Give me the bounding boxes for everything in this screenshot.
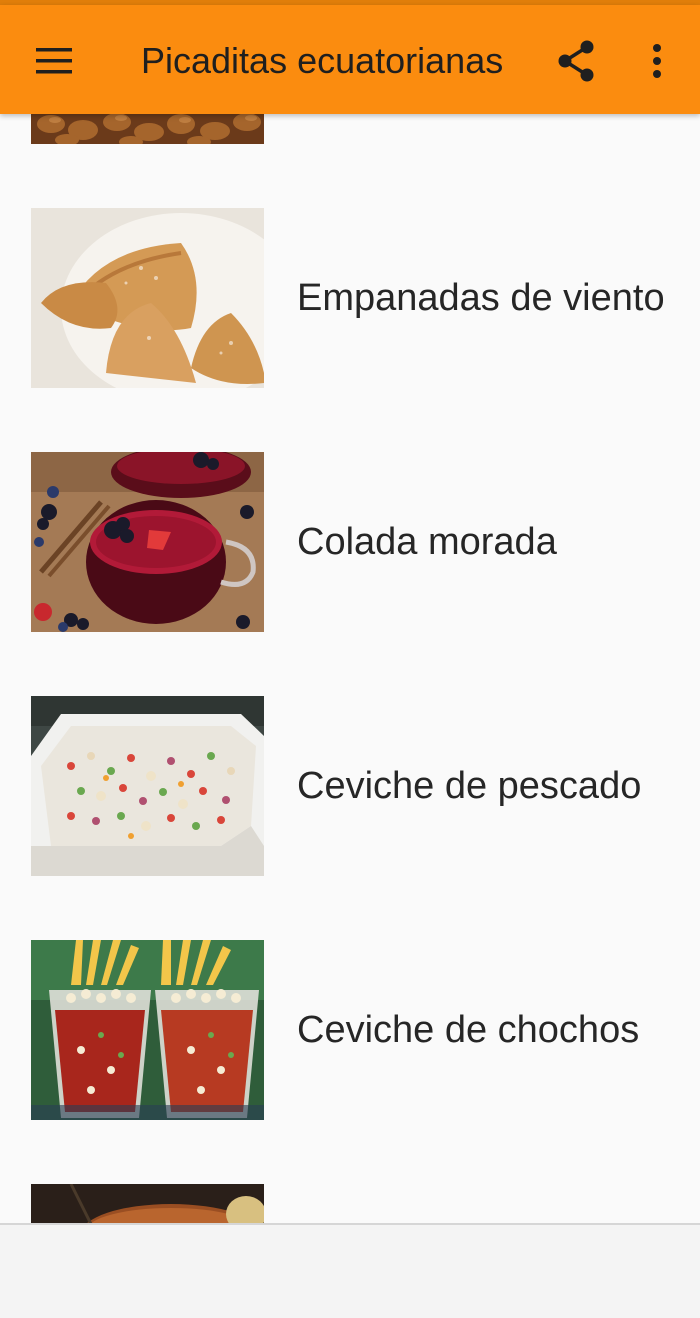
recipe-thumbnail (31, 114, 264, 144)
recipe-label: Empanadas de viento (297, 277, 665, 319)
recipe-thumbnail (31, 452, 264, 632)
recipe-label: Ceviche de chochos (297, 1009, 640, 1051)
recipe-label: Ceviche de pescado (297, 765, 642, 807)
empanadas-photo (31, 208, 264, 388)
recipe-item[interactable]: Ceviche de pescado (0, 696, 700, 876)
recipe-thumbnail (31, 696, 264, 876)
hamburger-menu-icon (36, 48, 72, 74)
recipe-item[interactable]: Colada morada (0, 452, 700, 632)
recipe-list: Empanadas de viento Colada morada Cevich… (0, 114, 700, 1224)
menu-button[interactable] (22, 29, 86, 93)
recipe-label (297, 1184, 677, 1224)
share-icon (558, 40, 594, 82)
recipe-label: Colada morada (297, 521, 557, 563)
page-title: Picaditas ecuatorianas (141, 40, 504, 81)
recipe-thumbnail (31, 940, 264, 1120)
colada-morada-photo (31, 452, 264, 632)
more-options-button[interactable] (630, 29, 684, 93)
recipe-item[interactable] (0, 1184, 700, 1224)
bread-photo (31, 1184, 264, 1224)
recipe-item[interactable]: Ceviche de chochos (0, 940, 700, 1120)
ceviche-pescado-photo (31, 696, 264, 876)
more-vertical-icon (653, 44, 661, 78)
app-bar: Picaditas ecuatorianas (0, 5, 700, 114)
ceviche-chochos-photo (31, 940, 264, 1120)
recipe-thumbnail (31, 1184, 264, 1224)
recipe-item[interactable] (0, 114, 700, 144)
bottom-bar (0, 1225, 700, 1318)
recipe-label (297, 114, 677, 144)
recipe-item[interactable]: Empanadas de viento (0, 208, 700, 388)
fried-nuts-photo (31, 114, 264, 144)
recipe-thumbnail (31, 208, 264, 388)
share-button[interactable] (546, 29, 606, 93)
